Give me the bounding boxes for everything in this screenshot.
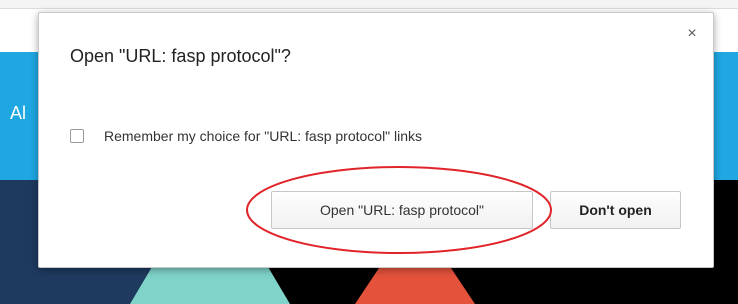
remember-choice-row[interactable]: Remember my choice for "URL: fasp protoc… <box>70 126 422 146</box>
remember-choice-label[interactable]: Remember my choice for "URL: fasp protoc… <box>104 128 422 144</box>
close-icon[interactable]: × <box>684 26 700 42</box>
remember-choice-checkbox[interactable] <box>70 129 84 143</box>
browser-strip <box>0 0 738 9</box>
dont-open-button[interactable]: Don't open <box>550 191 681 229</box>
banner-text-fragment: Al <box>10 103 27 123</box>
external-protocol-dialog: Open "URL: fasp protocol"? × Remember my… <box>38 12 714 268</box>
open-protocol-button[interactable]: Open "URL: fasp protocol" <box>271 191 533 229</box>
dialog-title: Open "URL: fasp protocol"? <box>70 46 291 66</box>
